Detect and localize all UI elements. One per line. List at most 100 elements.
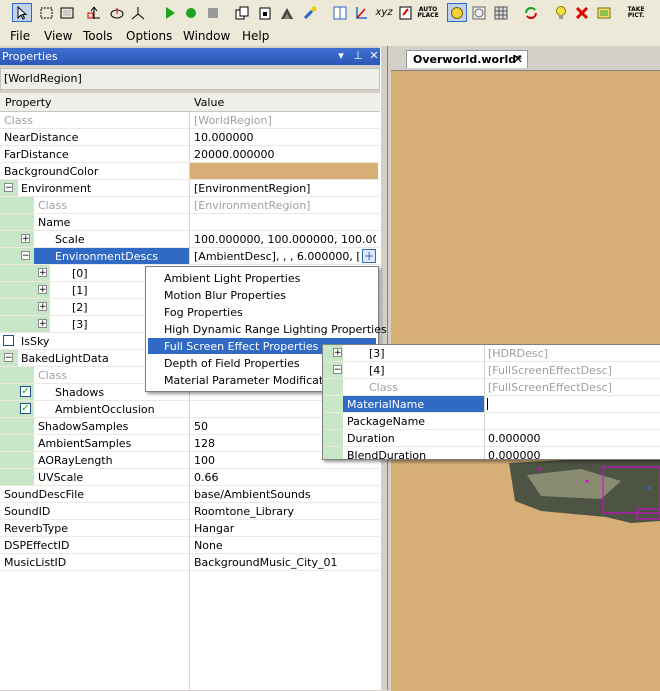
- collapse-icon[interactable]: −: [4, 183, 13, 193]
- sub-prop-name: [4]: [369, 364, 385, 377]
- prop-row-environment[interactable]: − Environment [EnvironmentRegion]: [0, 180, 380, 197]
- menu-item-ambient-light[interactable]: Ambient Light Properties: [148, 270, 376, 286]
- sub-row-materialname[interactable]: MaterialName: [323, 396, 660, 413]
- prop-row-musiclistid[interactable]: MusicListID BackgroundMusic_City_01: [0, 554, 380, 571]
- expand-icon[interactable]: +: [38, 302, 47, 312]
- paint-button[interactable]: [300, 3, 320, 22]
- property-grid-header: Property Value: [0, 93, 380, 112]
- prop-row-environmentdescs[interactable]: − EnvironmentDescs [AmbientDesc], , , 6.00…: [0, 248, 380, 265]
- prop-row-sounddescfile[interactable]: SoundDescFile base/AmbientSounds: [0, 486, 380, 503]
- menu-options[interactable]: Options: [126, 29, 172, 43]
- ambientocclusion-checkbox[interactable]: ✓: [20, 403, 31, 414]
- menu-view[interactable]: View: [44, 29, 72, 43]
- prop-row-scale[interactable]: + Scale 100.000000, 100.000000, 100.0000..…: [0, 231, 380, 248]
- delete-button[interactable]: [572, 3, 592, 22]
- copy-button[interactable]: [232, 3, 252, 22]
- menu-tools[interactable]: Tools: [83, 29, 113, 43]
- expand-icon[interactable]: +: [38, 319, 47, 329]
- take-picture-button[interactable]: TAKE PICT.: [624, 3, 648, 22]
- sub-row-blendduration[interactable]: BlendDuration 0.000000: [323, 447, 660, 460]
- refresh-arrows-icon: [525, 6, 537, 19]
- menu-item-hdr-lighting[interactable]: High Dynamic Range Lighting Properties: [148, 321, 387, 337]
- prop-row-class[interactable]: Class [WorldRegion]: [0, 112, 380, 129]
- prop-name: Class: [4, 114, 33, 127]
- prop-row-name[interactable]: Name: [0, 214, 380, 231]
- refresh-button[interactable]: [521, 3, 541, 22]
- color-swatch[interactable]: [190, 163, 378, 179]
- prop-row-fardistance[interactable]: FarDistance 20000.000000: [0, 146, 380, 163]
- prop-name: SoundDescFile: [4, 488, 85, 501]
- split-view-button[interactable]: [330, 3, 350, 22]
- tab-close-icon[interactable]: ✕: [513, 52, 523, 66]
- prop-row-class[interactable]: Class [EnvironmentRegion]: [0, 197, 380, 214]
- wireframe-button[interactable]: [469, 3, 489, 22]
- rotate-button[interactable]: [107, 3, 127, 22]
- prop-row-neardistance[interactable]: NearDistance 10.000000: [0, 129, 380, 146]
- sub-row-class[interactable]: Class [FullScreenEffectDesc]: [323, 379, 660, 396]
- menu-item-fog[interactable]: Fog Properties: [148, 304, 376, 320]
- record-button[interactable]: [181, 3, 201, 22]
- prop-name: Name: [38, 216, 71, 229]
- prop-row-uvscale[interactable]: UVScale 0.66: [0, 469, 380, 486]
- sub-row-index-3[interactable]: + [3] [HDRDesc]: [323, 345, 660, 362]
- menu-file[interactable]: File: [10, 29, 30, 43]
- dotted-rect-icon: [40, 7, 53, 18]
- dropdown-arrow-icon[interactable]: ▾: [334, 49, 348, 63]
- prop-row-reverbtype[interactable]: ReverbType Hangar: [0, 520, 380, 537]
- sub-row-index-4[interactable]: − [4] [FullScreenEffectDesc]: [323, 362, 660, 379]
- sub-row-packagename[interactable]: PackageName: [323, 413, 660, 430]
- prop-name: EnvironmentDescs: [55, 250, 158, 263]
- prop-name: AORayLength: [38, 454, 113, 467]
- pin-icon[interactable]: ⊥: [351, 49, 365, 63]
- expand-icon[interactable]: +: [333, 348, 342, 358]
- scale-button[interactable]: [128, 3, 148, 22]
- light-bulb-button[interactable]: [551, 3, 571, 22]
- sub-row-duration[interactable]: Duration 0.000000: [323, 430, 660, 447]
- menu-help[interactable]: Help: [242, 29, 269, 43]
- sub-prop-name: Class: [369, 381, 398, 394]
- close-icon[interactable]: ✕: [367, 49, 381, 63]
- axis-button[interactable]: [351, 3, 371, 22]
- transform-button[interactable]: [84, 3, 104, 22]
- xyz-button[interactable]: xyz: [373, 3, 395, 22]
- properties-panel-titlebar: Properties ▾ ⊥ ✕: [0, 48, 384, 65]
- prop-name: Shadows: [55, 386, 105, 399]
- region-selector[interactable]: [WorldRegion]: [0, 68, 380, 90]
- shadows-checkbox[interactable]: ✓: [20, 386, 31, 397]
- collapse-icon[interactable]: −: [21, 251, 30, 261]
- stop-button[interactable]: [203, 3, 223, 22]
- menu-item-motion-blur[interactable]: Motion Blur Properties: [148, 287, 376, 303]
- snap-button[interactable]: [396, 3, 416, 22]
- issky-checkbox[interactable]: [3, 335, 14, 346]
- grid-button[interactable]: [491, 3, 511, 22]
- light-mode-button[interactable]: [447, 3, 467, 22]
- sub-prop-name: Duration: [347, 432, 395, 445]
- marquee-select-button[interactable]: [37, 3, 57, 22]
- rotate-icon: [110, 7, 124, 18]
- prop-row-dspeffectid[interactable]: DSPEffectID None: [0, 537, 380, 554]
- menu-window[interactable]: Window: [183, 29, 230, 43]
- column-header-property: Property: [5, 96, 52, 109]
- collapse-icon[interactable]: −: [333, 365, 342, 375]
- box-select-button[interactable]: [57, 3, 77, 22]
- expand-icon[interactable]: +: [38, 285, 47, 295]
- marker-dot: [647, 486, 651, 490]
- paste-button[interactable]: [255, 3, 275, 22]
- expand-icon[interactable]: +: [38, 268, 47, 278]
- materialname-input[interactable]: [485, 396, 655, 412]
- terrain-button[interactable]: [277, 3, 297, 22]
- prop-value: 10.000000: [194, 131, 254, 144]
- tab-overworld[interactable]: Overworld.world* ✕: [406, 50, 528, 68]
- select-tool-button[interactable]: [12, 3, 32, 22]
- collapse-icon[interactable]: −: [4, 353, 13, 363]
- play-button[interactable]: [160, 3, 180, 22]
- prop-name: FarDistance: [4, 148, 69, 161]
- prop-value: BackgroundMusic_City_01: [194, 556, 338, 569]
- prop-row-backgroundcolor[interactable]: BackgroundColor: [0, 163, 380, 180]
- note-button[interactable]: [594, 3, 614, 22]
- auto-place-button[interactable]: AUTO PLACE: [417, 3, 439, 22]
- prop-row-soundid[interactable]: SoundID Roomtone_Library: [0, 503, 380, 520]
- add-item-icon[interactable]: +: [362, 249, 376, 263]
- sub-prop-value: 0.000000: [488, 449, 541, 460]
- expand-icon[interactable]: +: [21, 234, 30, 244]
